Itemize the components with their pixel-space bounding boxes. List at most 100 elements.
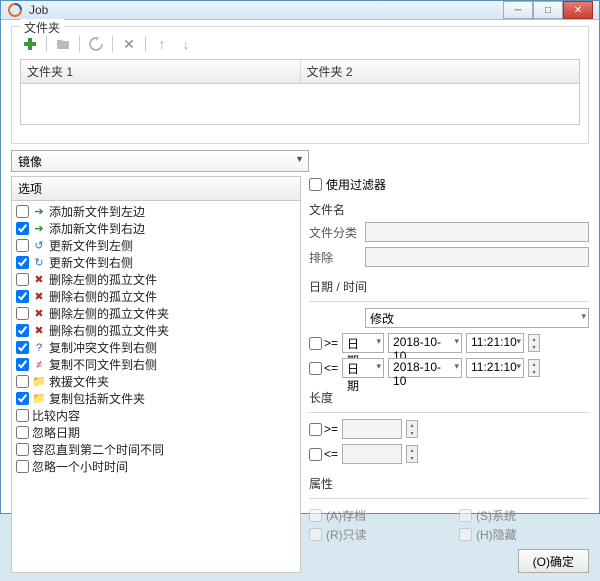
del-orphan-file-left-icon: ✖ bbox=[32, 273, 46, 287]
spinner-2[interactable]: ▴▾ bbox=[528, 359, 540, 377]
option-row[interactable]: ?复制冲突文件到右侧 bbox=[12, 339, 300, 356]
folder-col2-header[interactable]: 文件夹 2 bbox=[301, 60, 580, 83]
option-row[interactable]: 容忍直到第二个时间不同 bbox=[12, 441, 300, 458]
option-label: 删除左侧的孤立文件夹 bbox=[49, 305, 169, 322]
use-filter-label: 使用过滤器 bbox=[326, 176, 386, 193]
option-checkbox[interactable] bbox=[16, 273, 29, 286]
datetime-label: 日期 / 时间 bbox=[309, 278, 589, 295]
category-input[interactable] bbox=[365, 222, 589, 242]
add-folder-button[interactable] bbox=[20, 35, 40, 53]
time-value-1[interactable]: 11:21:10 bbox=[466, 333, 524, 353]
option-checkbox[interactable] bbox=[16, 341, 29, 354]
len-ge-input[interactable] bbox=[342, 419, 402, 439]
date-type-1[interactable]: 日期 bbox=[342, 333, 384, 353]
attr-hidden-label: (H)隐藏 bbox=[476, 526, 517, 543]
option-checkbox[interactable] bbox=[16, 443, 29, 456]
attributes-label: 属性 bbox=[309, 475, 589, 492]
folder-table-body[interactable] bbox=[21, 84, 579, 124]
exclude-input[interactable] bbox=[365, 247, 589, 267]
date-mode-dropdown[interactable]: 修改 bbox=[365, 308, 589, 328]
exclude-label: 排除 bbox=[309, 249, 361, 266]
option-label: 删除右侧的孤立文件夹 bbox=[49, 322, 169, 339]
option-row[interactable]: 忽略日期 bbox=[12, 424, 300, 441]
option-checkbox[interactable] bbox=[16, 324, 29, 337]
option-label: 删除右侧的孤立文件 bbox=[49, 288, 157, 305]
attr-archive-checkbox[interactable] bbox=[309, 509, 322, 522]
date-value-2[interactable]: 2018-10-10 bbox=[388, 358, 462, 378]
use-filter-checkbox[interactable] bbox=[309, 178, 322, 191]
date-value-1[interactable]: 2018-10-10 bbox=[388, 333, 462, 353]
del-orphan-file-right-icon: ✖ bbox=[32, 290, 46, 304]
option-checkbox[interactable] bbox=[16, 222, 29, 235]
date-le-checkbox[interactable] bbox=[309, 362, 322, 375]
separator bbox=[145, 36, 146, 52]
option-row[interactable]: ➔添加新文件到右边 bbox=[12, 220, 300, 237]
option-label: 删除左侧的孤立文件 bbox=[49, 271, 157, 288]
folders-toolbar: ✕ ↑ ↓ bbox=[20, 33, 580, 59]
option-checkbox[interactable] bbox=[16, 205, 29, 218]
option-checkbox[interactable] bbox=[16, 358, 29, 371]
titlebar[interactable]: Job ─ □ ✕ bbox=[1, 1, 599, 20]
option-checkbox[interactable] bbox=[16, 460, 29, 473]
date-type-2[interactable]: 日期 bbox=[342, 358, 384, 378]
option-row[interactable]: 📁复制包括新文件夹 bbox=[12, 390, 300, 407]
option-row[interactable]: ➔添加新文件到左边 bbox=[12, 203, 300, 220]
refresh-button[interactable] bbox=[86, 35, 106, 53]
option-row[interactable]: ↻更新文件到右侧 bbox=[12, 254, 300, 271]
include-new-folder-icon: 📁 bbox=[32, 392, 46, 406]
folder-col1-header[interactable]: 文件夹 1 bbox=[21, 60, 301, 83]
move-up-button[interactable]: ↑ bbox=[152, 35, 172, 53]
maximize-button[interactable]: □ bbox=[533, 1, 563, 19]
option-checkbox[interactable] bbox=[16, 409, 29, 422]
option-row[interactable]: ↺更新文件到左侧 bbox=[12, 237, 300, 254]
app-icon bbox=[7, 2, 23, 18]
option-row[interactable]: 忽略一个小时时间 bbox=[12, 458, 300, 475]
option-checkbox[interactable] bbox=[16, 392, 29, 405]
option-row[interactable]: ✖删除右侧的孤立文件 bbox=[12, 288, 300, 305]
option-row[interactable]: 比较内容 bbox=[12, 407, 300, 424]
option-checkbox[interactable] bbox=[16, 239, 29, 252]
len-spinner-2[interactable]: ▴▾ bbox=[406, 445, 418, 463]
option-row[interactable]: ✖删除右侧的孤立文件夹 bbox=[12, 322, 300, 339]
attr-readonly-checkbox[interactable] bbox=[309, 528, 322, 541]
option-row[interactable]: ≠复制不同文件到右侧 bbox=[12, 356, 300, 373]
date-ge-checkbox[interactable] bbox=[309, 337, 322, 350]
add-left-icon: ➔ bbox=[32, 205, 46, 219]
option-label: 添加新文件到右边 bbox=[49, 220, 145, 237]
option-checkbox[interactable] bbox=[16, 307, 29, 320]
len-le-input[interactable] bbox=[342, 444, 402, 464]
attr-system-checkbox[interactable] bbox=[459, 509, 472, 522]
option-row[interactable]: ✖删除左侧的孤立文件夹 bbox=[12, 305, 300, 322]
update-right-icon: ↻ bbox=[32, 256, 46, 270]
option-checkbox[interactable] bbox=[16, 426, 29, 439]
len-ge-checkbox[interactable] bbox=[309, 423, 322, 436]
separator bbox=[46, 36, 47, 52]
close-button[interactable]: ✕ bbox=[563, 1, 593, 19]
window-title: Job bbox=[29, 3, 503, 17]
spinner-1[interactable]: ▴▾ bbox=[528, 334, 540, 352]
open-button[interactable] bbox=[53, 35, 73, 53]
option-label: 忽略一个小时时间 bbox=[32, 458, 128, 475]
option-checkbox[interactable] bbox=[16, 375, 29, 388]
ok-button[interactable]: (O)确定 bbox=[518, 549, 589, 573]
time-value-2[interactable]: 11:21:10 bbox=[466, 358, 524, 378]
attr-archive-label: (A)存档 bbox=[326, 507, 366, 524]
update-left-icon: ↺ bbox=[32, 239, 46, 253]
delete-button[interactable]: ✕ bbox=[119, 35, 139, 53]
category-label: 文件分类 bbox=[309, 224, 361, 241]
option-row[interactable]: 📁救援文件夹 bbox=[12, 373, 300, 390]
option-checkbox[interactable] bbox=[16, 290, 29, 303]
options-list[interactable]: ➔添加新文件到左边➔添加新文件到右边↺更新文件到左侧↻更新文件到右侧✖删除左侧的… bbox=[11, 200, 301, 573]
attr-hidden-checkbox[interactable] bbox=[459, 528, 472, 541]
diff-right-icon: ≠ bbox=[32, 358, 46, 372]
option-checkbox[interactable] bbox=[16, 256, 29, 269]
len-le-checkbox[interactable] bbox=[309, 448, 322, 461]
mode-dropdown[interactable]: 镜像 bbox=[11, 150, 309, 172]
separator bbox=[112, 36, 113, 52]
option-label: 比较内容 bbox=[32, 407, 80, 424]
len-spinner-1[interactable]: ▴▾ bbox=[406, 420, 418, 438]
move-down-button[interactable]: ↓ bbox=[176, 35, 196, 53]
option-row[interactable]: ✖删除左侧的孤立文件 bbox=[12, 271, 300, 288]
attr-readonly-label: (R)只读 bbox=[326, 526, 367, 543]
minimize-button[interactable]: ─ bbox=[503, 1, 533, 19]
